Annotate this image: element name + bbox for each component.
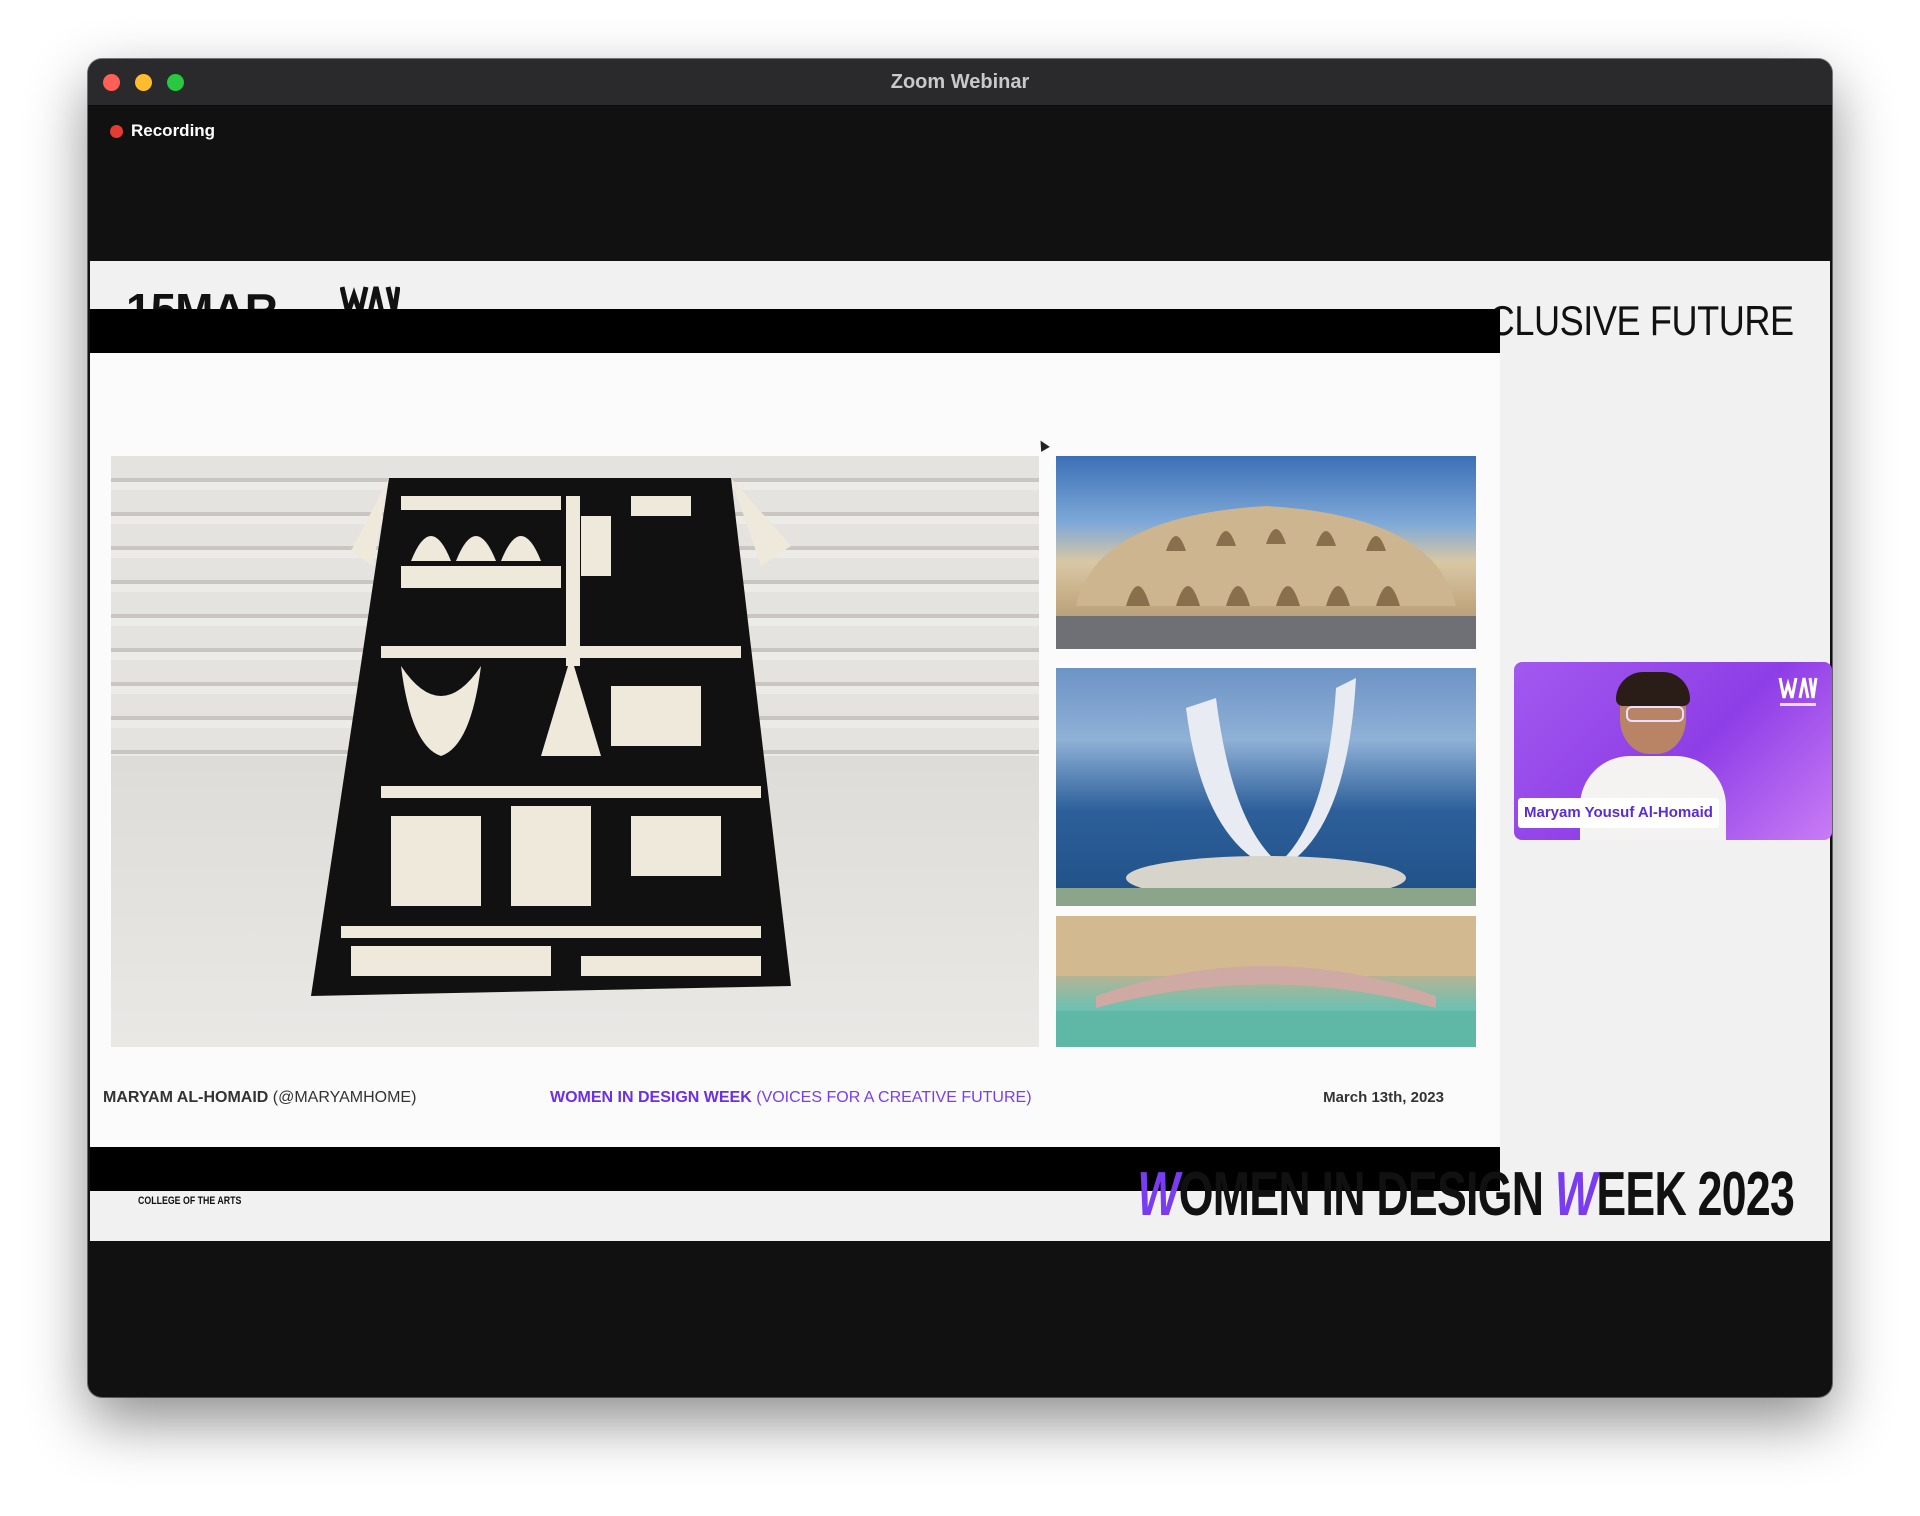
wdw-banner-part1: OMEN IN DESIGN xyxy=(1178,1160,1555,1229)
speaker-video-tile[interactable]: Maryam Yousuf Al-Homaid xyxy=(1514,662,1832,840)
letterbox-top xyxy=(90,309,1500,353)
footer-presenter-handle: (@MARYAMHOME) xyxy=(272,1089,417,1106)
bridge-canal-photo xyxy=(1056,916,1476,1047)
wdw-banner-w2: W xyxy=(1554,1160,1597,1229)
footer-event: WOMEN IN DESIGN WEEK (VOICES FOR A CREAT… xyxy=(550,1089,1032,1107)
zoom-window: Zoom Webinar Recording 15MAR CLUSIVE FUT… xyxy=(88,59,1832,1397)
header-title: CLUSIVE FUTURE xyxy=(1488,297,1794,344)
souq-image xyxy=(1056,506,1476,649)
bridge-image xyxy=(1056,916,1476,1047)
wdw-banner: WOMEN IN DESIGN WEEK 2023 xyxy=(1137,1159,1794,1230)
footer-date: March 13th, 2023 xyxy=(1323,1089,1444,1106)
recording-label: Recording xyxy=(131,121,216,140)
speaker-name-tag: Maryam Yousuf Al-Homaid xyxy=(1518,798,1719,828)
katara-towers-photo xyxy=(1056,668,1476,906)
rug-photo xyxy=(111,456,1039,1047)
footer-event-subtitle: (VOICES FOR A CREATIVE FUTURE) xyxy=(756,1089,1032,1106)
footer-event-title: WOMEN IN DESIGN WEEK xyxy=(550,1089,752,1106)
souq-building-photo xyxy=(1056,456,1476,649)
wdw-banner-part2: EEK 2023 xyxy=(1596,1160,1794,1229)
speaker-glasses xyxy=(1626,706,1684,722)
record-dot-icon xyxy=(110,124,123,138)
towers-image xyxy=(1056,678,1476,906)
college-label: COLLEGE OF THE ARTS xyxy=(138,1195,242,1207)
title-bar[interactable]: Zoom Webinar xyxy=(88,59,1832,106)
recording-indicator[interactable]: Recording xyxy=(110,121,215,141)
window-title: Zoom Webinar xyxy=(890,71,1030,93)
presentation-slide: MARYAM AL-HOMAID (@MARYAMHOME) WOMEN IN … xyxy=(90,353,1500,1147)
wdw-banner-w1: W xyxy=(1137,1160,1179,1229)
speaker-hair xyxy=(1616,672,1690,706)
wdw-logo-icon xyxy=(1778,677,1818,706)
rug-image xyxy=(311,478,791,996)
footer-presenter-name: MARYAM AL-HOMAID xyxy=(103,1089,269,1106)
footer-presenter: MARYAM AL-HOMAID (@MARYAMHOME) xyxy=(103,1089,416,1107)
